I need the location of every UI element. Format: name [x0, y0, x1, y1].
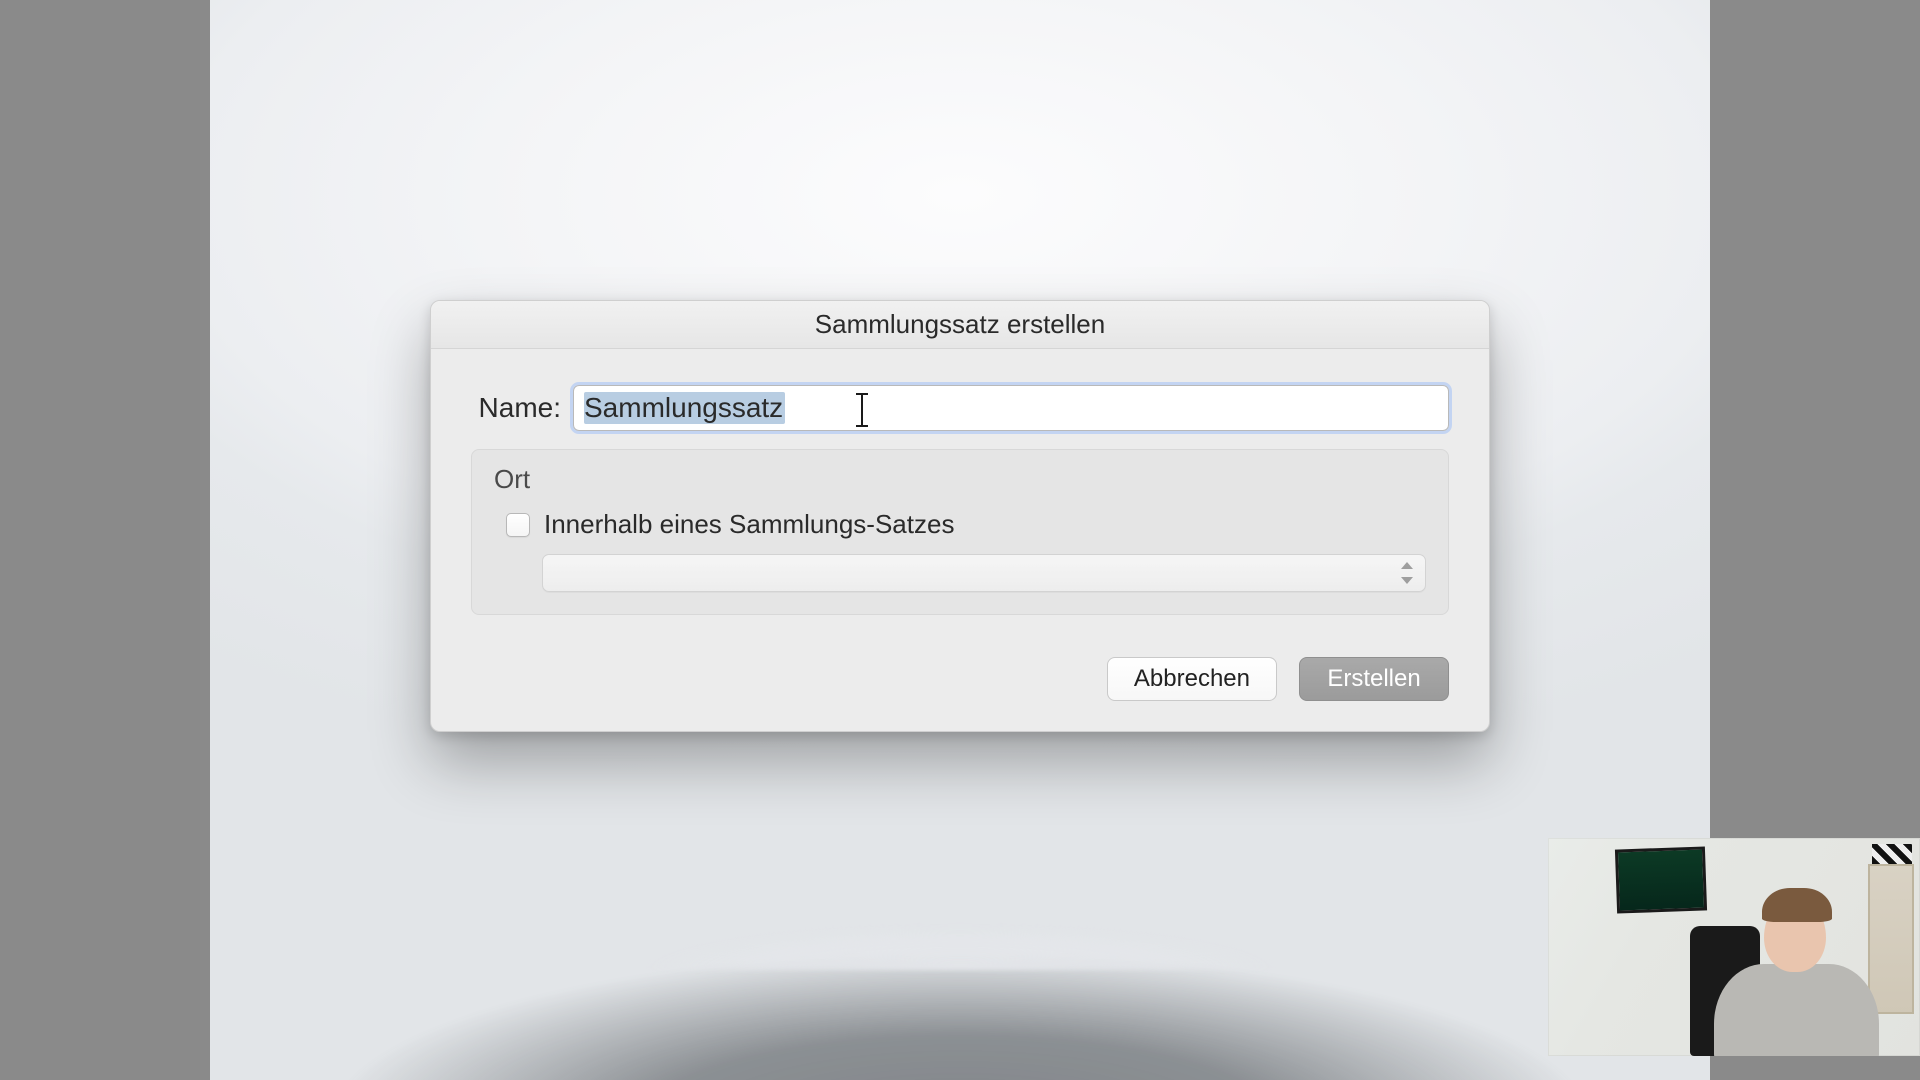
collection-set-select[interactable]	[542, 554, 1426, 592]
wallpaper-mountain	[210, 860, 1710, 1080]
inside-collection-set-checkbox[interactable]	[506, 513, 530, 537]
create-button-label: Erstellen	[1327, 665, 1420, 693]
webcam-pip	[1548, 838, 1920, 1056]
name-input[interactable]	[573, 385, 1449, 431]
name-label: Name:	[471, 392, 561, 424]
presenter-torso	[1714, 964, 1879, 1056]
pillarbox-left	[0, 0, 210, 1080]
wallpaper-mountain-snow	[550, 910, 1370, 970]
inside-collection-set-label: Innerhalb eines Sammlungs-Satzes	[544, 509, 954, 540]
name-row: Name:	[471, 385, 1449, 431]
stepper-icon	[1399, 562, 1415, 584]
presenter-hair	[1762, 888, 1832, 922]
create-button[interactable]: Erstellen	[1299, 657, 1449, 701]
clapperboard-icon	[1872, 844, 1912, 864]
location-group-title: Ort	[494, 464, 1426, 495]
cancel-button[interactable]: Abbrechen	[1107, 657, 1277, 701]
desktop-background: Sammlungssatz erstellen Name: Ort Innerh…	[210, 0, 1710, 1080]
name-input-wrap	[573, 385, 1449, 431]
location-group: Ort Innerhalb eines Sammlungs-Satzes	[471, 449, 1449, 615]
dialog-body: Name: Ort Innerhalb eines Sammlungs-Satz…	[431, 349, 1489, 731]
collection-set-select-wrap	[542, 554, 1426, 592]
dialog-title: Sammlungssatz erstellen	[431, 301, 1489, 349]
dialog-title-text: Sammlungssatz erstellen	[815, 309, 1105, 340]
dialog-button-row: Abbrechen Erstellen	[471, 657, 1449, 701]
cancel-button-label: Abbrechen	[1134, 665, 1250, 693]
inside-collection-set-row: Innerhalb eines Sammlungs-Satzes	[506, 509, 1426, 540]
create-collection-set-dialog: Sammlungssatz erstellen Name: Ort Innerh…	[430, 300, 1490, 732]
presenter	[1694, 886, 1884, 1056]
